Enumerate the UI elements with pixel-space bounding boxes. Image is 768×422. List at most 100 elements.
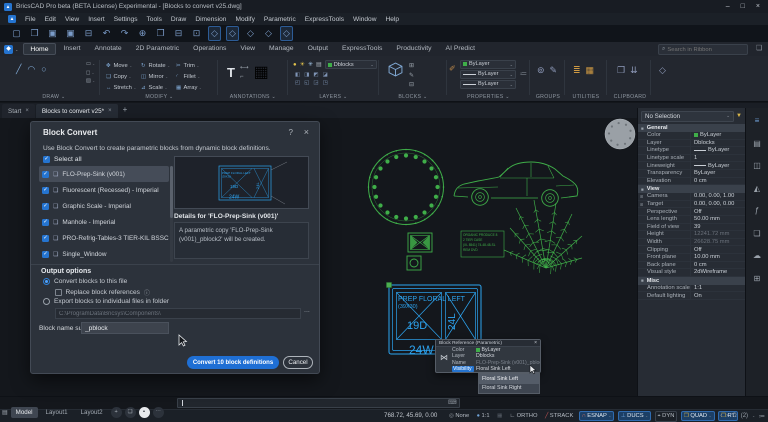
view-cube3-icon[interactable]: ◇ [244, 27, 257, 40]
item-checkbox[interactable]: ✓ [42, 235, 49, 242]
tab-view[interactable]: View [234, 43, 261, 55]
property-value[interactable]: Dblocks [690, 140, 745, 147]
app-menu-icon[interactable]: ▴ [8, 15, 16, 23]
print-icon[interactable]: ⊟ [82, 27, 95, 40]
tab-manage[interactable]: Manage [263, 43, 300, 55]
notification-bell-icon[interactable]: Ω [732, 413, 737, 419]
menu-view[interactable]: View [65, 16, 79, 23]
property-value[interactable]: ByLayer [690, 162, 745, 169]
blocks-panel-icon[interactable]: ❏ [753, 229, 760, 238]
expand-icon[interactable]: ⊞ [640, 194, 643, 199]
toggle-dyn[interactable]: ⌖DYN [655, 411, 678, 422]
status-settings-icon[interactable]: ≔ [759, 413, 765, 420]
popup-value[interactable]: ByLayer [476, 347, 540, 353]
panel-settings-icon[interactable]: ≡ [755, 116, 760, 125]
bylayer-select-1[interactable]: ByLayer⌄ [460, 70, 516, 79]
pager-arrow[interactable]: ‹ [720, 413, 722, 419]
layout-tab-model[interactable]: Model [11, 407, 38, 418]
property-value[interactable]: ByLayer [690, 147, 745, 154]
menu-insert[interactable]: Insert [88, 16, 105, 23]
rotate-button[interactable]: ↻Rotate⌄ [141, 63, 176, 69]
view-cube4-icon[interactable]: ◇ [262, 27, 275, 40]
maximize-button[interactable]: □ [741, 3, 745, 10]
rectangle-icon[interactable]: ▭⌄ [86, 61, 95, 67]
window-block[interactable] [408, 233, 432, 252]
tab-2d-parametric[interactable]: 2D Parametric [130, 43, 185, 55]
ribbon-panel-toggle-icon[interactable]: ❏ [756, 44, 762, 52]
layer-tool-icon[interactable]: ◨ [304, 72, 309, 78]
doc-tab-start[interactable]: Start× [2, 104, 35, 118]
scale-button[interactable]: ⊿Scale⌄ [141, 85, 176, 91]
close-button[interactable]: × [756, 3, 760, 10]
toggle-none[interactable]: ◎None [447, 412, 471, 420]
item-checkbox[interactable]: ✓ [42, 219, 49, 226]
list-item[interactable]: ✓❏FLO-Prep-Sink (v001) [39, 166, 169, 182]
property-value[interactable]: 26628.75 mm [690, 239, 745, 246]
item-checkbox[interactable]: ✓ [42, 187, 49, 194]
export-to-folder-radio[interactable]: Export blocks to individual files in fol… [43, 298, 169, 305]
save-as-icon[interactable]: ▣ [64, 27, 77, 40]
filter-icon[interactable]: ▼ [736, 113, 742, 119]
image-icon[interactable]: ⊡ [190, 27, 203, 40]
item-checkbox[interactable]: ✓ [42, 203, 49, 210]
layers-button[interactable]: ❏ [125, 407, 136, 418]
tab-productivity[interactable]: Productivity [390, 43, 437, 55]
property-value[interactable]: 2dWireframe [690, 269, 745, 276]
doc-tab-blocks-to-convert-v25[interactable]: Blocks to convert v25*× [36, 104, 118, 118]
property-value[interactable]: 1 [690, 155, 745, 162]
view-cube5-icon[interactable]: ◇ [280, 26, 293, 41]
redo-icon[interactable]: ↷ [118, 27, 131, 40]
layout-tab-layout2[interactable]: Layout2 [76, 407, 108, 418]
property-value[interactable]: 0.00, 0.00, 1.00 [690, 193, 745, 200]
new-tab-button[interactable]: + [123, 105, 128, 116]
help-icon[interactable]: ? [289, 128, 293, 137]
property-value[interactable]: 1:1 [690, 285, 745, 292]
dialog-close-icon[interactable]: × [304, 127, 309, 137]
block-cube-icon[interactable] [388, 62, 403, 77]
menu-modify[interactable]: Modify [235, 16, 254, 23]
plot-icon[interactable]: ⊕ [136, 27, 149, 40]
fillet-button[interactable]: ◜Fillet⌄ [176, 74, 211, 80]
toggle-ducs[interactable]: ⊥DUCS⌄ [618, 411, 651, 421]
tab-close-icon[interactable]: × [25, 108, 29, 114]
utility-tool-icon[interactable]: ▦ [586, 65, 595, 76]
group-tool-icon[interactable]: ✎ [550, 65, 558, 76]
menu-window[interactable]: Window [353, 16, 376, 23]
array-button[interactable]: ▦Array⌄ [176, 85, 211, 91]
toggle-1-1[interactable]: ●1:1 [475, 412, 492, 420]
menu-expresstools[interactable]: ExpressTools [305, 16, 344, 23]
trim-button[interactable]: ✂Trim⌄ [176, 63, 211, 69]
convert-button[interactable]: Convert 10 block definitions [187, 356, 279, 369]
menu-file[interactable]: File [25, 16, 36, 23]
text-icon[interactable]: T [227, 65, 235, 80]
list-scrollbar-thumb[interactable] [170, 166, 173, 218]
layer-tool-icon[interactable]: ◱ [304, 80, 309, 86]
more-button[interactable]: ⋯ [153, 407, 164, 418]
toggle-ortho[interactable]: ∟ORTHO [508, 412, 540, 420]
property-value[interactable]: 0 cm [690, 178, 745, 185]
popup-value[interactable]: Dblocks [476, 353, 540, 359]
undo-icon[interactable]: ↶ [100, 27, 113, 40]
menu-edit[interactable]: Edit [45, 16, 56, 23]
list-item[interactable]: ✓❏Single_Window [39, 246, 169, 262]
view-cube-icon[interactable]: ◇ [208, 26, 221, 41]
section-general[interactable]: ■General [638, 124, 745, 132]
property-value[interactable]: 0 cm [690, 262, 745, 269]
clipboard-tool-icon[interactable]: ❐ [617, 65, 625, 76]
clipboard-tool-icon[interactable]: ⇊ [630, 65, 638, 76]
layout-tab-layout1[interactable]: Layout1 [41, 407, 73, 418]
line-icon[interactable]: ╱ [16, 64, 21, 75]
selection-grip[interactable] [387, 283, 392, 288]
fern-block[interactable] [504, 200, 582, 274]
attachments-panel-icon[interactable]: ◫ [753, 161, 761, 170]
tab-operations[interactable]: Operations [187, 43, 232, 55]
layer-tool-icon[interactable]: ◲ [313, 80, 318, 86]
suffix-input[interactable] [81, 322, 169, 334]
list-item[interactable]: ✓❏PRO-Refrig-Tables-3 TIER-KIL BSSC (v..… [39, 230, 169, 246]
minimize-button[interactable]: – [726, 3, 730, 10]
convert-to-file-radio[interactable]: Convert blocks to this file [43, 278, 127, 285]
property-value[interactable]: ByLayer [690, 170, 745, 177]
dropdown-option[interactable]: Floral Sink Right [479, 384, 539, 394]
mirror-button[interactable]: ◫Mirror⌄ [141, 74, 176, 80]
block-tool-icon[interactable]: ⊞ [409, 62, 414, 69]
